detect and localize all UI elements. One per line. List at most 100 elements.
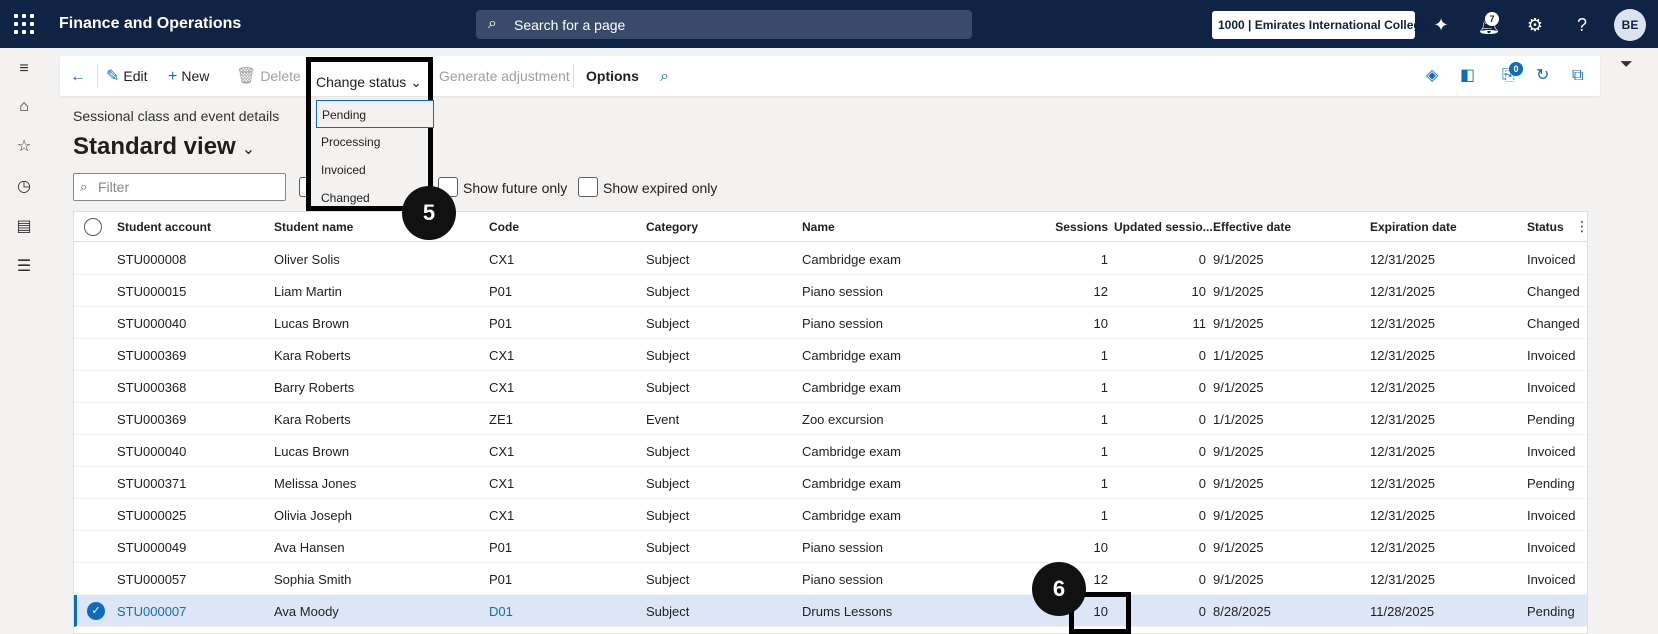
modules-list-icon[interactable]: ☰: [13, 256, 35, 278]
cell-student-account[interactable]: STU000015: [117, 284, 186, 299]
cell-sessions[interactable]: 1: [1034, 476, 1108, 491]
cell-sessions[interactable]: 1: [1034, 348, 1108, 363]
favorites-star-icon[interactable]: ☆: [13, 136, 35, 158]
table-row[interactable]: STU000008 Oliver Solis CX1 Subject Cambridge…: [74, 243, 1587, 275]
cell-category[interactable]: Subject: [646, 316, 689, 331]
cell-status[interactable]: Invoiced: [1527, 380, 1575, 395]
cell-updated-sessions[interactable]: 10: [1114, 284, 1206, 299]
table-row[interactable]: STU000040 Lucas Brown P01 Subject Piano sess…: [74, 307, 1587, 339]
table-row[interactable]: STU000368 Barry Roberts CX1 Subject Cambridg…: [74, 371, 1587, 403]
cell-code[interactable]: P01: [489, 572, 512, 587]
cell-code[interactable]: ZE1: [489, 412, 513, 427]
cell-status[interactable]: Pending: [1527, 412, 1575, 427]
cell-name[interactable]: Piano session: [802, 284, 883, 299]
row-selected-check-icon[interactable]: ✓: [87, 602, 105, 620]
cell-name[interactable]: Cambridge exam: [802, 252, 901, 267]
recent-clock-icon[interactable]: ◷: [13, 176, 35, 198]
cell-status[interactable]: Pending: [1527, 604, 1575, 619]
cell-effective-date[interactable]: 9/1/2025: [1213, 508, 1264, 523]
cell-name[interactable]: Piano session: [802, 540, 883, 555]
cell-expiration-date[interactable]: 12/31/2025: [1370, 284, 1435, 299]
cell-sessions[interactable]: 12: [1034, 284, 1108, 299]
cell-expiration-date[interactable]: 12/31/2025: [1370, 572, 1435, 587]
cell-sessions[interactable]: 1: [1034, 444, 1108, 459]
cell-student-account[interactable]: STU000371: [117, 476, 186, 491]
cell-student-name[interactable]: Ava Moody: [274, 604, 339, 619]
cell-status[interactable]: Invoiced: [1527, 252, 1575, 267]
cell-category[interactable]: Subject: [646, 444, 689, 459]
cell-status[interactable]: Invoiced: [1527, 444, 1575, 459]
cell-expiration-date[interactable]: 12/31/2025: [1370, 348, 1435, 363]
copilot-icon[interactable]: ✦: [1428, 12, 1454, 38]
cell-code[interactable]: CX1: [489, 380, 514, 395]
cell-effective-date[interactable]: 1/1/2025: [1213, 412, 1264, 427]
change-status-button[interactable]: Change status ⌄: [316, 74, 422, 91]
cell-category[interactable]: Subject: [646, 508, 689, 523]
cell-category[interactable]: Subject: [646, 348, 689, 363]
cell-expiration-date[interactable]: 11/28/2025: [1370, 604, 1434, 619]
cell-effective-date[interactable]: 9/1/2025: [1213, 316, 1264, 331]
cell-category[interactable]: Subject: [646, 252, 689, 267]
cell-code[interactable]: CX1: [489, 476, 514, 491]
cell-expiration-date[interactable]: 12/31/2025: [1370, 316, 1435, 331]
settings-gear-icon[interactable]: ⚙: [1522, 12, 1548, 38]
cell-student-name[interactable]: Kara Roberts: [274, 348, 351, 363]
cell-student-name[interactable]: Kara Roberts: [274, 412, 351, 427]
cell-status[interactable]: Changed: [1527, 284, 1580, 299]
cell-code[interactable]: P01: [489, 540, 512, 555]
cell-effective-date[interactable]: 9/1/2025: [1213, 572, 1264, 587]
table-row[interactable]: ✓ STU000007 Ava Moody D01 Subject Drums Lesso…: [74, 595, 1587, 627]
cell-sessions[interactable]: 1: [1034, 508, 1108, 523]
cell-student-account[interactable]: STU000040: [117, 316, 186, 331]
cell-updated-sessions[interactable]: 0: [1114, 412, 1206, 427]
cell-expiration-date[interactable]: 12/31/2025: [1370, 508, 1435, 523]
power-apps-icon[interactable]: ◈: [1426, 56, 1438, 96]
cell-effective-date[interactable]: 9/1/2025: [1213, 540, 1264, 555]
cell-student-account[interactable]: STU000025: [117, 508, 186, 523]
table-row[interactable]: STU000371 Melissa Jones CX1 Subject Cambridg…: [74, 467, 1587, 499]
cell-student-account[interactable]: STU000369: [117, 348, 186, 363]
options-button[interactable]: Options: [586, 56, 639, 96]
cell-name[interactable]: Cambridge exam: [802, 444, 901, 459]
cell-status[interactable]: Changed: [1527, 316, 1580, 331]
cell-status[interactable]: Pending: [1527, 476, 1575, 491]
cell-category[interactable]: Subject: [646, 572, 689, 587]
cell-student-name[interactable]: Ava Hansen: [274, 540, 345, 555]
delete-button[interactable]: 🗑︎ Delete: [236, 56, 301, 96]
cell-expiration-date[interactable]: 12/31/2025: [1370, 444, 1435, 459]
cell-status[interactable]: Invoiced: [1527, 508, 1575, 523]
status-option-invoiced[interactable]: Invoiced: [316, 156, 434, 184]
cell-student-account[interactable]: STU000040: [117, 444, 186, 459]
cell-code[interactable]: CX1: [489, 444, 514, 459]
column-header-sessions[interactable]: Sessions: [1034, 220, 1108, 234]
column-header-student-account[interactable]: Student account: [117, 220, 211, 234]
cell-sessions[interactable]: 10: [1034, 540, 1108, 555]
status-option-pending[interactable]: Pending: [316, 100, 434, 128]
open-new-window-icon[interactable]: ⧉: [1572, 56, 1583, 96]
cell-code[interactable]: CX1: [489, 348, 514, 363]
cell-name[interactable]: Cambridge exam: [802, 476, 901, 491]
filter-input[interactable]: ⌕ Filter: [73, 173, 286, 201]
cell-code[interactable]: CX1: [489, 508, 514, 523]
cell-student-account[interactable]: STU000049: [117, 540, 186, 555]
column-header-effective-date[interactable]: Effective date: [1213, 220, 1291, 234]
cell-student-name[interactable]: Melissa Jones: [274, 476, 356, 491]
cell-updated-sessions[interactable]: 11: [1114, 316, 1207, 331]
cell-effective-date[interactable]: 9/1/2025: [1213, 252, 1264, 267]
view-selector[interactable]: Standard view ⌄: [73, 133, 255, 161]
cell-code[interactable]: CX1: [489, 252, 514, 267]
workspaces-icon[interactable]: ▤: [13, 216, 35, 238]
cell-updated-sessions[interactable]: 0: [1114, 348, 1206, 363]
app-launcher-icon[interactable]: [14, 14, 34, 34]
table-row[interactable]: STU000025 Olivia Joseph CX1 Subject Cambridg…: [74, 499, 1587, 531]
cell-category[interactable]: Subject: [646, 380, 689, 395]
cell-status[interactable]: Invoiced: [1527, 540, 1575, 555]
cell-expiration-date[interactable]: 12/31/2025: [1370, 476, 1435, 491]
cell-updated-sessions[interactable]: 0: [1114, 476, 1206, 491]
cell-name[interactable]: Drums Lessons: [802, 604, 892, 619]
table-row[interactable]: STU000015 Liam Martin P01 Subject Piano sess…: [74, 275, 1587, 307]
edit-button[interactable]: ✎ Edit: [106, 56, 148, 96]
office-icon[interactable]: ◧: [1460, 56, 1475, 96]
cell-category[interactable]: Subject: [646, 476, 689, 491]
cell-name[interactable]: Cambridge exam: [802, 508, 901, 523]
